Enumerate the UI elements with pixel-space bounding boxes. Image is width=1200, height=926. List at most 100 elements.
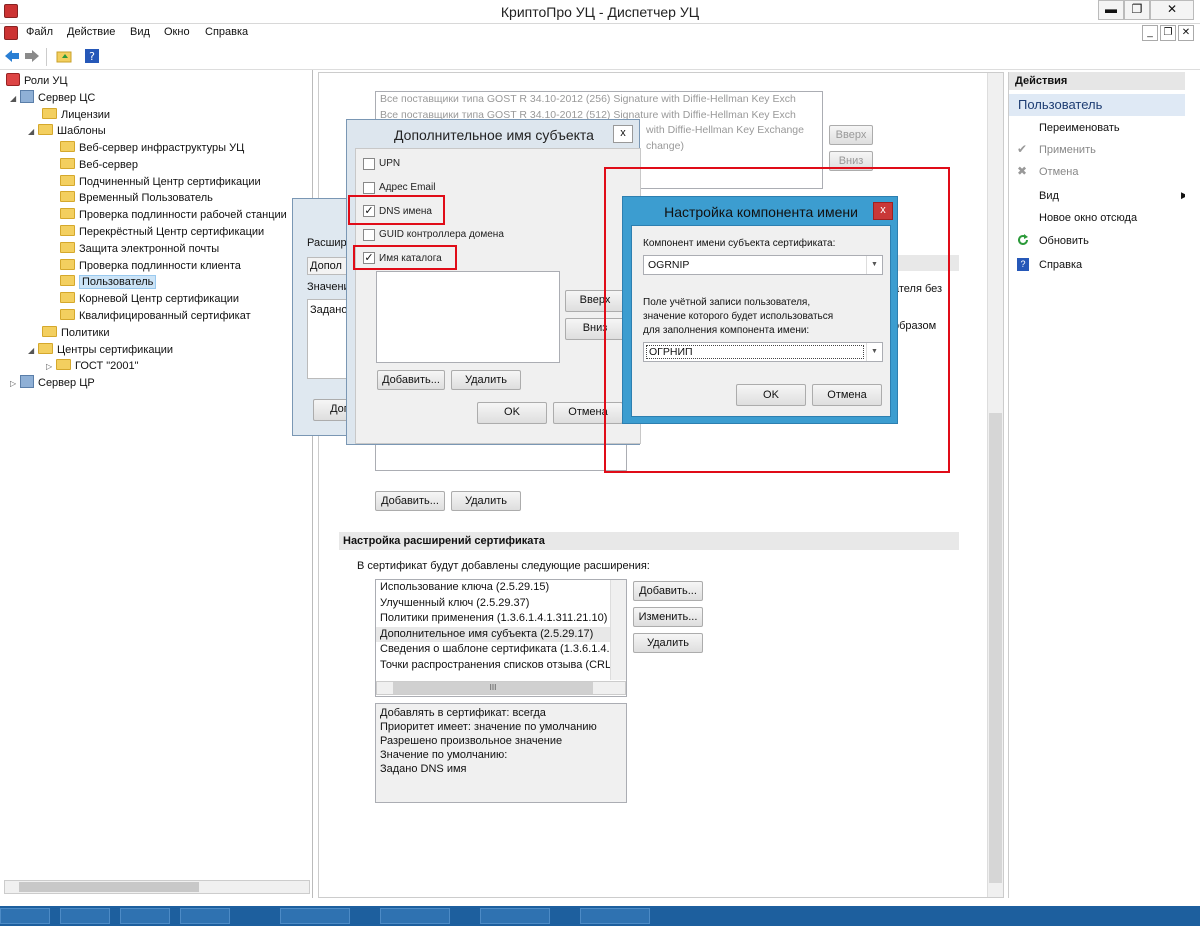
action-rename[interactable]: Переименовать bbox=[1039, 122, 1120, 134]
close-button[interactable]: ✕ bbox=[1150, 0, 1194, 20]
cancel-x-icon: ✖ bbox=[1017, 164, 1028, 178]
extensions-horizontal-scrollbar[interactable]: III bbox=[376, 681, 626, 695]
scroll-thumb[interactable]: III bbox=[393, 682, 593, 694]
tree-node-server-cs[interactable]: ◢ Сервер ЦС bbox=[10, 90, 95, 107]
tree-node-roles[interactable]: Роли УЦ bbox=[6, 73, 67, 90]
collapse-icon[interactable]: ◢ bbox=[10, 90, 20, 107]
actions-vertical-scrollbar[interactable] bbox=[1185, 72, 1200, 896]
extension-edit-button[interactable]: Изменить... bbox=[633, 607, 703, 627]
tree-node-cas[interactable]: ◢ Центры сертификации bbox=[28, 342, 173, 359]
extensions-vertical-scrollbar[interactable] bbox=[610, 580, 626, 680]
action-view[interactable]: Вид bbox=[1039, 190, 1059, 202]
restore-button[interactable]: ❐ bbox=[1124, 0, 1150, 20]
san-dialog-close-button[interactable]: x bbox=[613, 125, 633, 143]
menu-action[interactable]: Действие bbox=[67, 26, 115, 38]
upn-checkbox[interactable] bbox=[363, 158, 375, 170]
actions-subheader[interactable]: Пользователь ▲ bbox=[1009, 94, 1200, 116]
action-apply[interactable]: Применить bbox=[1039, 144, 1096, 156]
dropdown-arrow-icon[interactable]: ▼ bbox=[866, 343, 882, 361]
tree-node-template[interactable]: Корневой Центр сертификации bbox=[60, 291, 239, 308]
back-icon[interactable] bbox=[4, 48, 20, 64]
expand-icon[interactable]: ▷ bbox=[10, 375, 20, 392]
tree-node-template[interactable]: Веб-сервер инфраструктуры УЦ bbox=[60, 140, 244, 157]
properties-label: Значени bbox=[307, 281, 350, 293]
tree-node-template[interactable]: Веб-сервер bbox=[60, 157, 138, 174]
help-book-icon: ? bbox=[1017, 258, 1029, 271]
taskbar-button[interactable] bbox=[120, 908, 170, 924]
name-component-cancel-button[interactable]: Отмена bbox=[812, 384, 882, 406]
menu-window[interactable]: Окно bbox=[164, 26, 190, 38]
dropdown-arrow-icon[interactable]: ▼ bbox=[866, 256, 882, 274]
providers-up-button[interactable]: Вверх bbox=[829, 125, 873, 145]
subject-component-select[interactable]: OGRNIP ▼ bbox=[643, 255, 883, 275]
taskbar-button[interactable] bbox=[580, 908, 650, 924]
email-checkbox[interactable] bbox=[363, 182, 375, 194]
mdi-close-button[interactable]: ✕ bbox=[1178, 25, 1194, 41]
action-cancel[interactable]: Отмена bbox=[1039, 166, 1078, 178]
delete-button[interactable]: Удалить bbox=[451, 491, 521, 511]
account-field-select[interactable]: ОГРНИП ▼ bbox=[643, 342, 883, 362]
minimize-button[interactable]: ▬ bbox=[1098, 0, 1124, 20]
list-item[interactable]: Точки распространения списков отзыва (CR… bbox=[376, 658, 626, 674]
menu-help[interactable]: Справка bbox=[205, 26, 248, 38]
taskbar-button[interactable] bbox=[280, 908, 350, 924]
list-item[interactable]: Улучшенный ключ (2.5.29.37) bbox=[376, 596, 626, 612]
taskbar-button[interactable] bbox=[380, 908, 450, 924]
san-delete-button[interactable]: Удалить bbox=[451, 370, 521, 390]
mdi-restore-button[interactable]: ❐ bbox=[1160, 25, 1176, 41]
tree-node-gost[interactable]: ▷ ГОСТ "2001" bbox=[46, 358, 139, 375]
tree-node-template[interactable]: Защита электронной почты bbox=[60, 241, 219, 258]
tree-node-template[interactable]: Перекрёстный Центр сертификации bbox=[60, 224, 264, 241]
taskbar-button[interactable] bbox=[0, 908, 50, 924]
san-add-button[interactable]: Добавить... bbox=[377, 370, 445, 390]
menu-file[interactable]: Файл bbox=[26, 26, 53, 38]
san-ok-button[interactable]: OK bbox=[477, 402, 547, 424]
extension-delete-button[interactable]: Удалить bbox=[633, 633, 703, 653]
add-button[interactable]: Добавить... bbox=[375, 491, 445, 511]
help-icon[interactable]: ? bbox=[84, 48, 100, 64]
tree-node-template[interactable]: Проверка подлинности рабочей станции bbox=[60, 207, 287, 224]
detail-line: Значение по умолчанию: bbox=[380, 749, 508, 761]
upn-label: UPN bbox=[379, 158, 401, 169]
guid-checkbox[interactable] bbox=[363, 229, 375, 241]
list-item-selected[interactable]: Дополнительное имя субъекта (2.5.29.17) bbox=[376, 626, 626, 642]
tree-horizontal-scrollbar[interactable] bbox=[4, 880, 310, 894]
list-item[interactable]: Использование ключа (2.5.29.15) bbox=[376, 580, 626, 596]
action-help[interactable]: Справка bbox=[1039, 259, 1082, 271]
extensions-list[interactable]: Использование ключа (2.5.29.15) Улучшенн… bbox=[375, 579, 627, 697]
expand-icon[interactable]: ▷ bbox=[46, 358, 56, 375]
list-item[interactable]: Все поставщики типа GOST R 34.10-2012 (2… bbox=[376, 92, 822, 108]
collapse-icon[interactable]: ◢ bbox=[28, 123, 38, 140]
tree-node-template[interactable]: Проверка подлинности клиента bbox=[60, 258, 241, 275]
action-new-window[interactable]: Новое окно отсюда bbox=[1039, 212, 1137, 224]
tree-node-template[interactable]: Квалифицированный сертификат bbox=[60, 308, 251, 325]
detail-line: Задано DNS имя bbox=[380, 763, 467, 775]
scroll-thumb[interactable] bbox=[989, 413, 1002, 883]
name-component-close-button[interactable]: x bbox=[873, 202, 893, 220]
collapse-icon[interactable]: ◢ bbox=[28, 342, 38, 359]
san-names-list[interactable] bbox=[376, 271, 560, 363]
tree-node-server-cr[interactable]: ▷ Сервер ЦР bbox=[10, 375, 95, 392]
tree-node-licenses[interactable]: Лицензии bbox=[42, 107, 110, 124]
extension-add-button[interactable]: Добавить... bbox=[633, 581, 703, 601]
name-component-ok-button[interactable]: OK bbox=[736, 384, 806, 406]
taskbar-button[interactable] bbox=[480, 908, 550, 924]
details-vertical-scrollbar[interactable] bbox=[987, 73, 1003, 897]
tree-node-policies[interactable]: Политики bbox=[42, 325, 110, 342]
name-component-body: Компонент имени субъекта сертификата: OG… bbox=[631, 225, 891, 417]
taskbar-button[interactable] bbox=[60, 908, 110, 924]
taskbar-button[interactable] bbox=[180, 908, 230, 924]
forward-icon[interactable] bbox=[24, 48, 40, 64]
tree-node-template-selected[interactable]: Пользователь bbox=[60, 274, 157, 291]
tree-node-template[interactable]: Временный Пользователь bbox=[60, 190, 213, 207]
tree-node-templates[interactable]: ◢ Шаблоны bbox=[28, 123, 106, 140]
action-refresh[interactable]: Обновить bbox=[1039, 235, 1089, 247]
tree-node-template[interactable]: Подчиненный Центр сертификации bbox=[60, 174, 261, 191]
list-item[interactable]: Политики применения (1.3.6.1.4.1.311.21.… bbox=[376, 611, 626, 627]
scroll-thumb[interactable] bbox=[19, 882, 199, 892]
san-values-list[interactable] bbox=[375, 441, 627, 471]
list-item[interactable]: Сведения о шаблоне сертификата (1.3.6.1.… bbox=[376, 642, 626, 658]
up-folder-icon[interactable] bbox=[56, 48, 72, 64]
menu-view[interactable]: Вид bbox=[130, 26, 150, 38]
mdi-minimize-button[interactable]: _ bbox=[1142, 25, 1158, 41]
